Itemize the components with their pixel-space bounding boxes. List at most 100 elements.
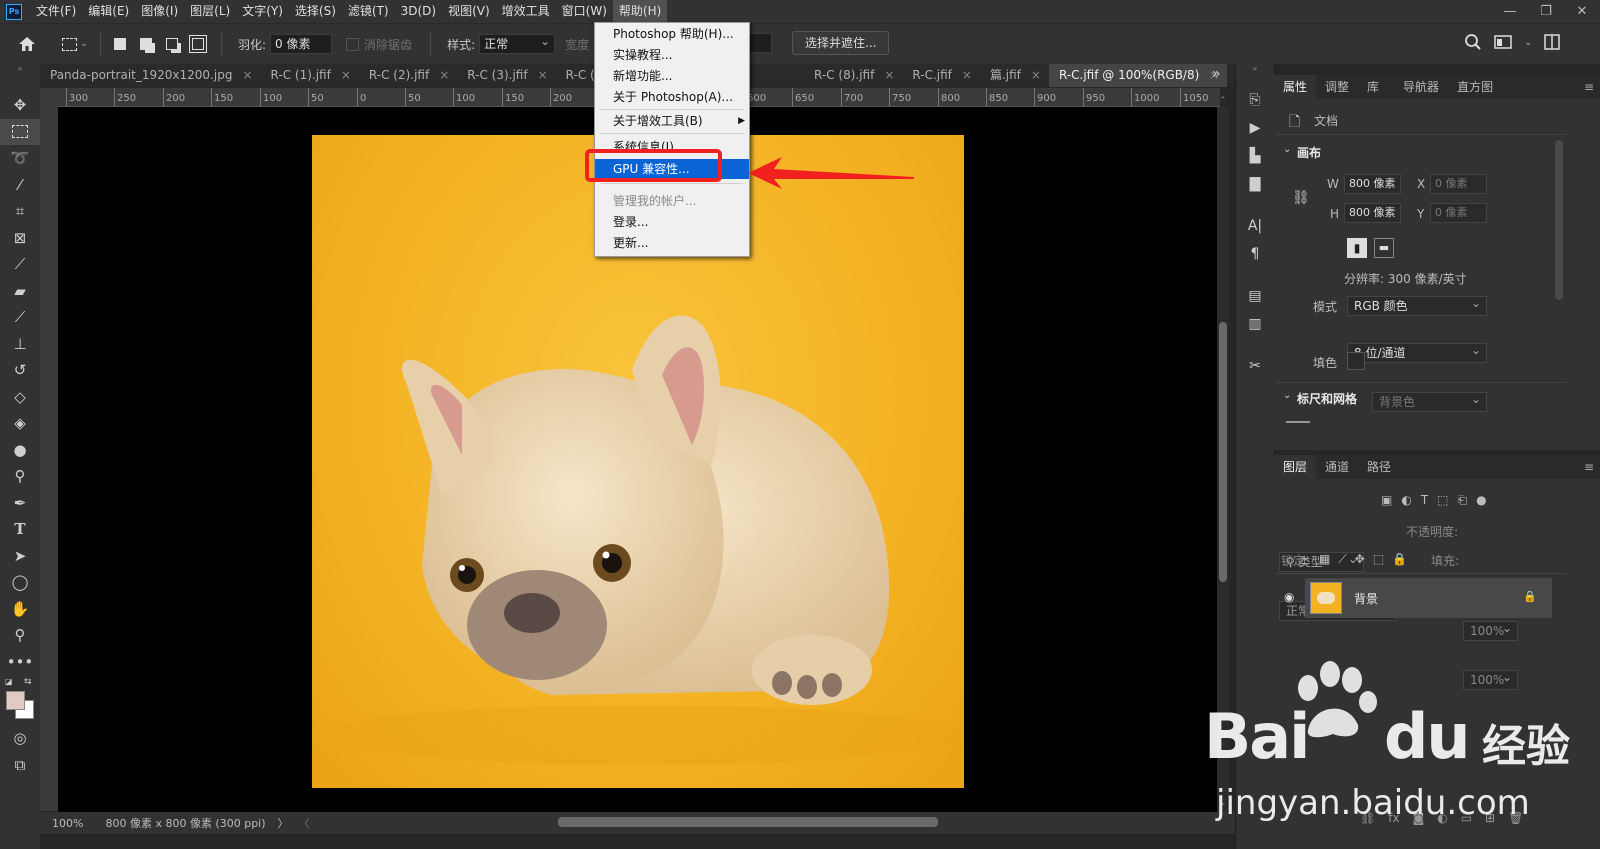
menu-window[interactable]: 窗口(W) <box>556 0 613 23</box>
link-dimensions-icon[interactable]: ⛓ <box>1292 190 1310 206</box>
filter-toggle-icon[interactable]: ● <box>1476 493 1486 508</box>
pen-tool[interactable]: ✒ <box>0 490 40 517</box>
home-button[interactable] <box>16 33 38 55</box>
minimize-button[interactable]: — <box>1492 0 1528 23</box>
menu-item-sign-in[interactable]: 登录... <box>595 212 749 232</box>
antialias-checkbox[interactable] <box>346 37 360 51</box>
eye-visibility-icon[interactable]: ◉ <box>1284 590 1294 604</box>
tab-rc-1[interactable]: R-C (1).jfif × <box>261 64 359 87</box>
character-panel-button[interactable]: A| <box>1236 212 1274 240</box>
foreground-color-swatch[interactable] <box>6 691 25 710</box>
brush-tool[interactable]: ⟋ <box>0 304 40 331</box>
close-window-button[interactable]: ✕ <box>1564 0 1600 23</box>
blur-tool[interactable]: ● <box>0 437 40 464</box>
search-icon[interactable] <box>1464 33 1482 51</box>
canvas-collapse-chevron-icon[interactable]: ⌄ <box>1283 144 1291 155</box>
menu-help[interactable]: 帮助(H) <box>612 0 668 23</box>
menu-view[interactable]: 视图(V) <box>442 0 496 23</box>
swap-colors-icon[interactable]: ⇆ <box>24 677 32 687</box>
comments-panel-button[interactable]: ▇ <box>1236 170 1274 198</box>
brush-settings-button[interactable]: ▙ <box>1236 142 1274 170</box>
tab-rc-3[interactable]: R-C (3).jfif × <box>457 64 555 87</box>
canvas-height-input[interactable]: 800 像素 <box>1344 203 1401 223</box>
status-menu-chevron-icon[interactable]: 〉 <box>278 815 289 831</box>
canvas-x-input[interactable]: 0 像素 <box>1430 174 1487 194</box>
tab-close-icon[interactable]: × <box>884 64 894 87</box>
zoom-level[interactable]: 100% <box>52 817 83 830</box>
opacity-input[interactable]: 100% <box>1463 619 1518 641</box>
add-selection-button[interactable] <box>135 33 157 55</box>
menu-edit[interactable]: 编辑(E) <box>82 0 135 23</box>
menu-item-updates[interactable]: 更新... <box>595 233 749 253</box>
gradient-tool[interactable]: ◈ <box>0 410 40 437</box>
menu-item-whats-new[interactable]: 新增功能... <box>595 66 749 86</box>
menu-image[interactable]: 图像(I) <box>135 0 184 23</box>
tab-rc-2[interactable]: R-C (2).jfif × <box>359 64 457 87</box>
tab-close-icon[interactable]: × <box>242 64 252 87</box>
color-mode-select[interactable]: RGB 颜色 <box>1347 294 1487 316</box>
vertical-scroll-thumb[interactable] <box>1219 322 1227 582</box>
panel-menu-icon[interactable]: ≡ <box>1584 80 1594 94</box>
workspace-chevron-icon[interactable]: ⌄ <box>1524 37 1532 48</box>
quick-mask-button[interactable]: ◎ <box>0 725 40 752</box>
bit-depth-select[interactable]: 8 位/通道 <box>1347 341 1487 363</box>
tab-adjustments[interactable]: 调整 <box>1316 75 1358 99</box>
tab-paths[interactable]: 路径 <box>1358 455 1400 479</box>
fill-color-swatch[interactable] <box>1347 352 1365 370</box>
tab-libraries[interactable]: 库 <box>1358 75 1388 99</box>
tab-navigator[interactable]: 导航器 <box>1394 75 1448 99</box>
paragraph-panel-button[interactable]: ¶ <box>1236 240 1274 268</box>
pixel-filter-icon[interactable]: ▣ <box>1381 493 1392 508</box>
menu-item-about-photoshop[interactable]: 关于 Photoshop(A)... <box>595 87 749 107</box>
landscape-orientation-icon[interactable]: ▬ <box>1374 238 1394 258</box>
marquee-tool[interactable] <box>0 118 40 145</box>
hand-tool[interactable]: ✋ <box>0 596 40 623</box>
tab-rc-active[interactable]: R-C.jfif @ 100%(RGB/8) × <box>1048 64 1228 87</box>
adjustment-filter-icon[interactable]: ◐ <box>1401 493 1411 508</box>
default-colors-icon[interactable]: ◪ <box>5 677 13 686</box>
subtract-selection-button[interactable] <box>161 33 183 55</box>
menu-select[interactable]: 选择(S) <box>289 0 342 23</box>
tab-pian[interactable]: 篇.jfif × <box>980 64 1049 87</box>
screen-mode-button[interactable]: ⧉ <box>0 752 40 779</box>
menu-layer[interactable]: 图层(L) <box>184 0 236 23</box>
tab-rc[interactable]: R-C.jfif × <box>902 64 980 87</box>
healing-tool[interactable]: ▰ <box>0 278 40 305</box>
lasso-tool[interactable]: ➰ <box>0 145 40 172</box>
tab-close-icon[interactable]: × <box>439 64 449 87</box>
rulers-collapse-chevron-icon[interactable]: ⌄ <box>1283 390 1291 401</box>
lock-all-icon[interactable]: 🔒 <box>1392 552 1407 567</box>
portrait-orientation-icon[interactable]: ▮ <box>1347 238 1367 258</box>
ellipse-tool[interactable]: ◯ <box>0 569 40 596</box>
menu-filter[interactable]: 滤镜(T) <box>342 0 395 23</box>
tab-histogram[interactable]: 直方图 <box>1448 75 1502 99</box>
more-tools[interactable]: ••• <box>0 649 40 676</box>
properties-scroll-thumb[interactable] <box>1555 140 1563 300</box>
shape-filter-icon[interactable]: ⬚ <box>1437 493 1448 508</box>
tab-close-icon[interactable]: × <box>538 64 548 87</box>
share-panel-icon[interactable] <box>1544 34 1561 50</box>
vertical-ruler[interactable] <box>40 106 59 811</box>
fill-select[interactable]: 背景色 <box>1372 390 1487 412</box>
workspace-icon[interactable] <box>1494 34 1512 50</box>
move-tool[interactable]: ✥ <box>0 92 40 119</box>
marquee-preset-button[interactable]: ⌄ <box>58 33 92 55</box>
crop-tool[interactable]: ⌗ <box>0 198 40 225</box>
layer-name[interactable]: 背景 <box>1354 590 1378 607</box>
magic-wand-tool[interactable]: ⁄ <box>0 172 40 199</box>
tab-close-icon[interactable]: × <box>962 64 972 87</box>
tab-close-icon[interactable]: × <box>341 64 351 87</box>
intersect-selection-button[interactable] <box>187 33 209 55</box>
lock-artboard-icon[interactable]: ⬚ <box>1373 552 1384 567</box>
new-selection-button[interactable] <box>109 33 131 55</box>
menu-plugins[interactable]: 增效工具 <box>496 0 556 23</box>
path-select-tool[interactable]: ➤ <box>0 543 40 570</box>
style-select[interactable]: 正常 <box>479 32 556 54</box>
feather-input[interactable]: 0 像素 <box>270 34 333 54</box>
scroll-up-icon[interactable]: ⌃ <box>1219 96 1227 106</box>
tool-presets-button[interactable]: ✂ <box>1236 352 1274 380</box>
lock-paint-icon[interactable]: ⟋ <box>1338 552 1346 567</box>
menu-file[interactable]: 文件(F) <box>30 0 82 23</box>
history-panel-button[interactable]: ⎘ <box>1236 86 1274 114</box>
canvas-y-input[interactable]: 0 像素 <box>1430 203 1487 223</box>
